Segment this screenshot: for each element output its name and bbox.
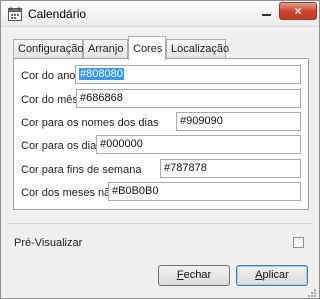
month-color-label: Cor do mês <box>21 94 78 106</box>
weekend-color-field[interactable]: #787878 <box>160 159 301 178</box>
resize-grip-icon[interactable] <box>307 288 317 298</box>
year-color-field[interactable]: #808080 <box>75 65 301 84</box>
tab-localizacao[interactable]: Localização <box>166 39 229 59</box>
divider <box>7 223 313 224</box>
tab-arranjo[interactable]: Arranjo <box>83 39 128 59</box>
apply-button-mnemonic: A <box>255 269 263 281</box>
month-color-field[interactable]: #686868 <box>76 89 301 108</box>
title-bar[interactable]: Calendário × <box>1 1 319 27</box>
close-window-button[interactable]: × <box>279 2 317 20</box>
close-button-label: echar <box>183 269 212 281</box>
calendar-icon <box>8 7 22 21</box>
dialog-window: Calendário × Configuração Arranjo Cores … <box>0 0 320 299</box>
apply-button-label: plicar <box>262 269 289 281</box>
year-color-value: #808080 <box>79 68 124 80</box>
days-color-field[interactable]: #000000 <box>96 135 301 154</box>
day-names-color-label: Cor para os nomes dos dias <box>21 117 159 129</box>
close-icon: × <box>294 4 302 18</box>
preview-label: Pré-Visualizar <box>14 237 83 249</box>
apply-button[interactable]: Aplicar <box>236 265 308 286</box>
tab-configuracao[interactable]: Configuração <box>13 39 83 59</box>
preview-checkbox[interactable] <box>293 237 304 248</box>
minimize-button[interactable] <box>254 2 279 20</box>
other-months-color-field[interactable]: #B0B0B0 <box>108 182 301 201</box>
day-names-color-field[interactable]: #909090 <box>176 112 301 131</box>
close-button[interactable]: Fechar <box>158 265 230 286</box>
weekend-color-label: Cor para fins de semana <box>21 164 142 176</box>
year-color-label: Cor do ano <box>21 70 76 82</box>
close-button-mnemonic: F <box>176 269 184 281</box>
tab-cores[interactable]: Cores <box>128 36 166 60</box>
window-title: Calendário <box>28 7 87 21</box>
days-color-label: Cor para os dias <box>21 140 102 152</box>
